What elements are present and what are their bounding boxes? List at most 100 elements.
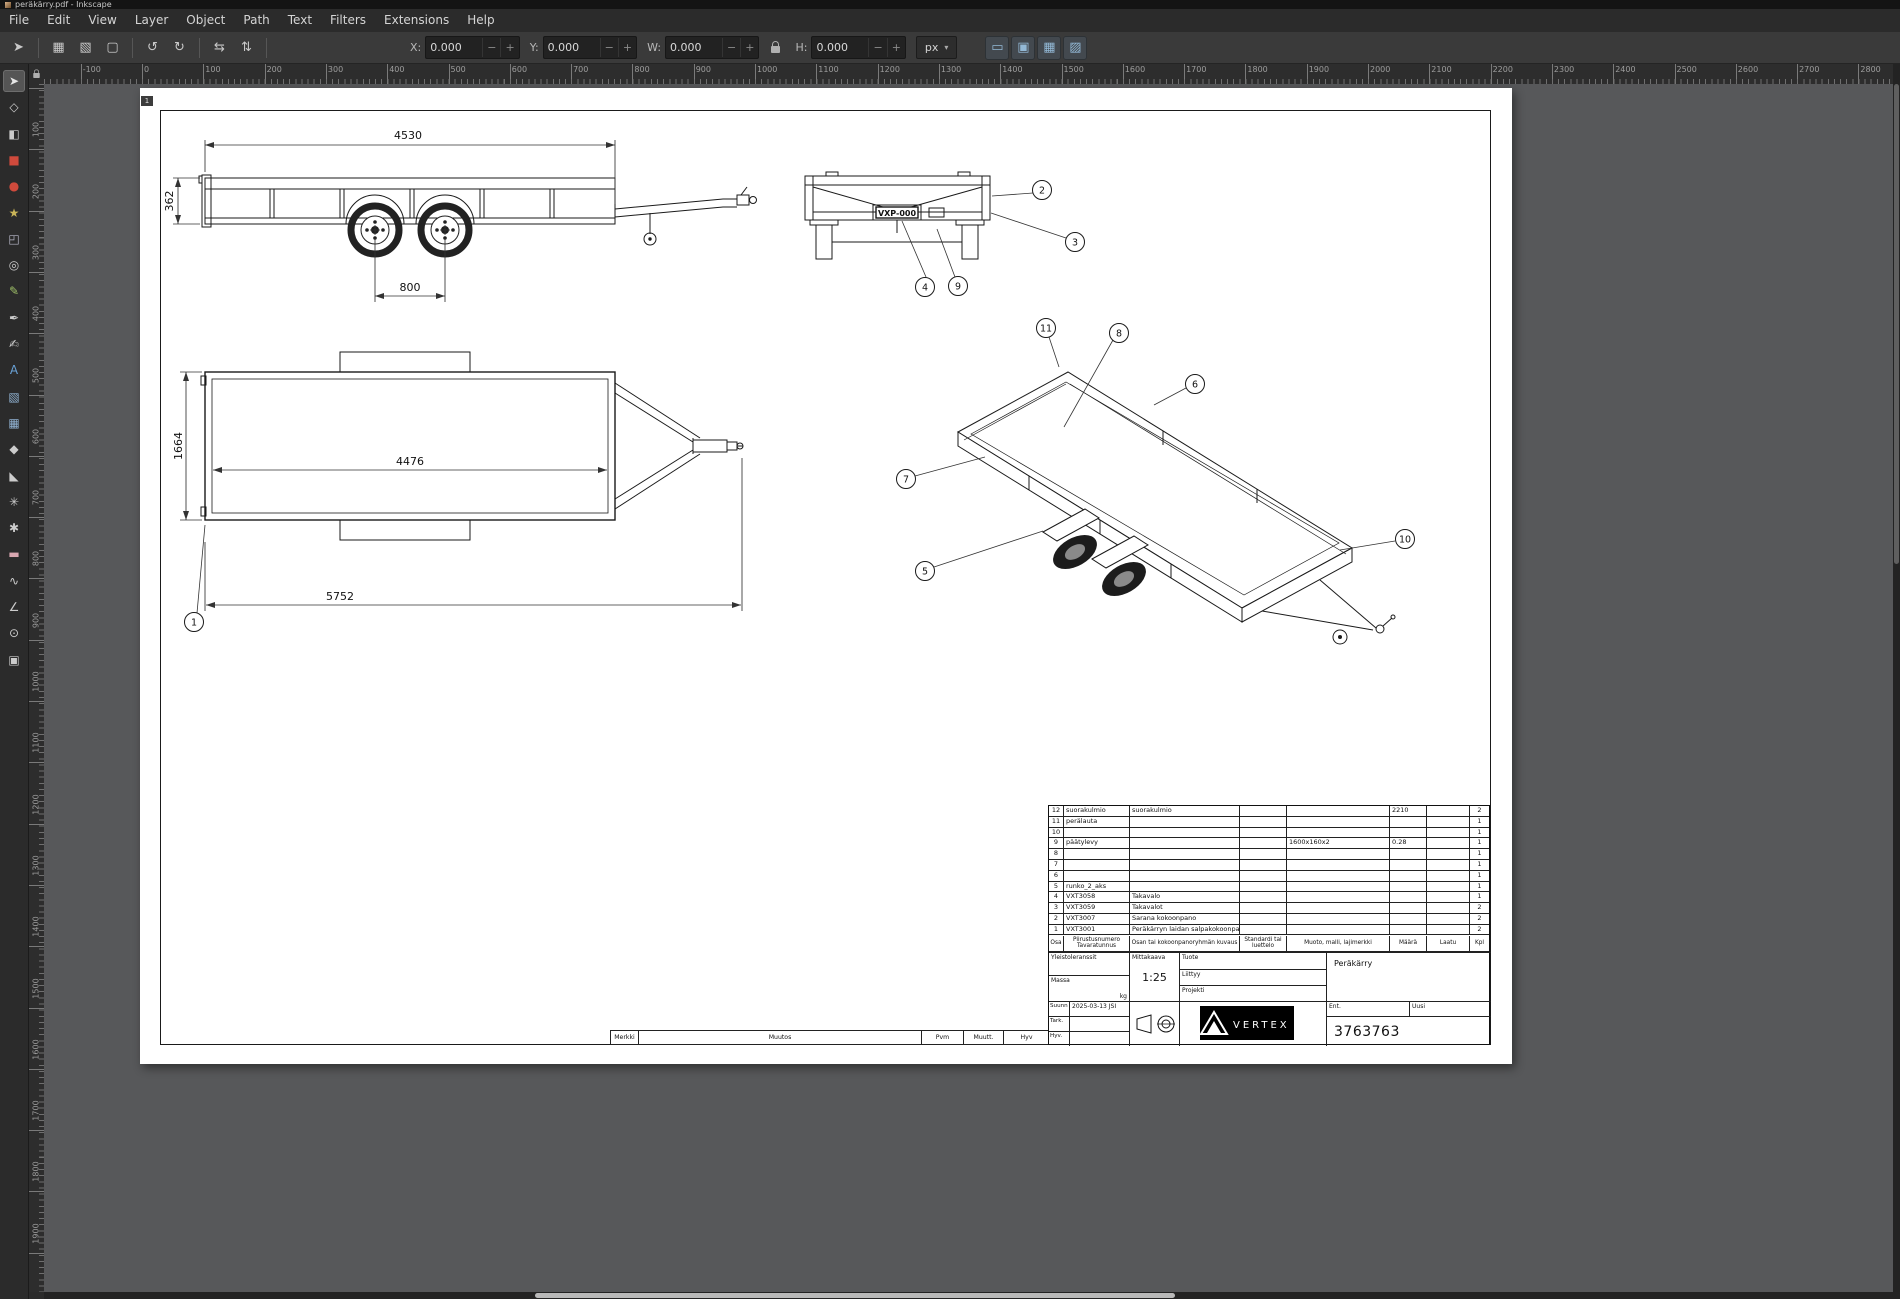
toolbar-separator	[38, 38, 39, 58]
menu-item-extensions[interactable]: Extensions	[375, 9, 458, 32]
paint-bucket-tool[interactable]: ◣	[3, 465, 25, 487]
menu-item-text[interactable]: Text	[279, 9, 321, 32]
horizontal-ruler[interactable]: -100010020030040050060070080090010001100…	[44, 64, 1893, 85]
vertical-ruler[interactable]: 0100200300400500600700800900100011001200…	[28, 84, 45, 1292]
pages-tool[interactable]: ▣	[3, 649, 25, 671]
select-same-icon[interactable]: ▧	[73, 35, 98, 60]
parts-cell-kpl: 1	[1469, 817, 1489, 827]
shape-builder-tool[interactable]: ◧	[3, 123, 25, 145]
rear-view: VXP-000	[805, 172, 990, 259]
calligraphy-tool[interactable]: ✍	[3, 333, 25, 355]
horizontal-scrollbar[interactable]	[44, 1292, 1893, 1299]
menu-item-path[interactable]: Path	[234, 9, 278, 32]
menu-item-layer[interactable]: Layer	[126, 9, 177, 32]
general-tolerances-label: Yleistoleranssit	[1049, 953, 1129, 962]
h-decrement-button[interactable]: −	[868, 38, 886, 57]
parts-table-row: 1VXT3001Peräkärryn laidan salpakokoonpan…	[1049, 925, 1489, 936]
lock-aspect-ratio-icon[interactable]	[767, 37, 783, 58]
y-increment-button[interactable]: +	[618, 38, 636, 57]
scale-stroke-toggle-icon[interactable]: ▭	[985, 36, 1009, 60]
parts-cell-standardi	[1239, 903, 1286, 913]
ellipse-tool[interactable]: ●	[3, 175, 25, 197]
w-decrement-button[interactable]: −	[722, 38, 740, 57]
y-decrement-button[interactable]: −	[600, 38, 618, 57]
mesh-gradient-tool[interactable]: ▦	[3, 412, 25, 434]
rectangle-tool[interactable]: ■	[3, 149, 25, 171]
callout-5: 5	[922, 567, 928, 578]
star-tool[interactable]: ★	[3, 202, 25, 224]
callout-2: 2	[1039, 186, 1045, 197]
parts-cell-laatu	[1426, 806, 1469, 816]
parts-cell-muoto	[1286, 849, 1389, 859]
approved-label: Hyv.	[1049, 1032, 1070, 1046]
parts-table-row: 12suorakulmiosuorakulmio22102	[1049, 806, 1489, 817]
zoom-tool[interactable]: ⊙	[3, 622, 25, 644]
canvas[interactable]: 1	[44, 84, 1893, 1292]
h-input[interactable]	[812, 41, 868, 54]
vertical-scrollbar[interactable]	[1893, 64, 1900, 1299]
eraser-tool[interactable]: ▬	[3, 543, 25, 565]
menu-item-object[interactable]: Object	[177, 9, 234, 32]
parts-cell-laatu	[1426, 871, 1469, 881]
parts-cell-kpl: 1	[1469, 882, 1489, 892]
parts-cell-nro	[1063, 849, 1129, 859]
menu-item-edit[interactable]: Edit	[38, 9, 79, 32]
menu-item-view[interactable]: View	[79, 9, 125, 32]
unit-selector[interactable]: px ▾	[916, 36, 958, 59]
parts-cell-nro: päätylevy	[1063, 838, 1129, 848]
flip-vertical-icon[interactable]: ⇅	[234, 35, 259, 60]
x-input[interactable]	[426, 41, 482, 54]
ruler-tick	[1675, 64, 1676, 84]
ruler-tick	[1062, 64, 1063, 84]
pencil-tool[interactable]: ✎	[3, 280, 25, 302]
ruler-tick	[1123, 64, 1124, 84]
scale-corners-toggle-icon[interactable]: ▣	[1011, 36, 1035, 60]
parts-cell-osa: 6	[1049, 871, 1063, 881]
dropper-tool[interactable]: ◆	[3, 438, 25, 460]
y-input[interactable]	[544, 41, 600, 54]
rotate-cw-icon[interactable]: ↻	[167, 35, 192, 60]
parts-cell-nro: VXT3001	[1063, 925, 1129, 935]
horizontal-scrollbar-thumb[interactable]	[535, 1293, 1175, 1298]
toolbar-separator	[266, 38, 267, 58]
gradient-tool[interactable]: ▧	[3, 386, 25, 408]
x-decrement-button[interactable]: −	[482, 38, 500, 57]
parts-header-kuvaus: Osan tai kokoonpanoryhmän kuvaus	[1129, 936, 1239, 951]
parts-cell-osa: 12	[1049, 806, 1063, 816]
parts-cell-nro: VXT3007	[1063, 914, 1129, 924]
y-field: − +	[543, 36, 637, 59]
menu-item-help[interactable]: Help	[458, 9, 503, 32]
kg-label: kg	[1120, 993, 1127, 1000]
move-patterns-toggle-icon[interactable]: ▨	[1063, 36, 1087, 60]
tweak-tool[interactable]: ✳	[3, 491, 25, 513]
ruler-tick	[28, 578, 44, 579]
menu-item-file[interactable]: File	[0, 9, 38, 32]
parts-cell-laatu	[1426, 882, 1469, 892]
w-input[interactable]	[666, 41, 722, 54]
box3d-tool[interactable]: ◰	[3, 228, 25, 250]
parts-cell-osa: 10	[1049, 828, 1063, 838]
x-increment-button[interactable]: +	[500, 38, 518, 57]
ruler-tick	[81, 64, 82, 84]
menu-item-filters[interactable]: Filters	[321, 9, 375, 32]
document-page[interactable]: 1	[140, 88, 1512, 1064]
ruler-corner-lock[interactable]	[28, 64, 45, 85]
connector-tool[interactable]: ∿	[3, 570, 25, 592]
selector-tool[interactable]: ➤	[3, 70, 25, 92]
measure-tool[interactable]: ∠	[3, 596, 25, 618]
text-tool[interactable]: A	[3, 359, 25, 381]
bezier-pen-tool[interactable]: ✒	[3, 307, 25, 329]
node-editor-tool[interactable]: ◇	[3, 96, 25, 118]
spray-tool[interactable]: ✱	[3, 517, 25, 539]
rotate-ccw-icon[interactable]: ↺	[140, 35, 165, 60]
select-all-icon[interactable]: ▦	[46, 35, 71, 60]
w-increment-button[interactable]: +	[740, 38, 758, 57]
product-row-cell: Tuote	[1179, 952, 1326, 970]
deselect-icon[interactable]: ▢	[100, 35, 125, 60]
h-increment-button[interactable]: +	[887, 38, 905, 57]
selector-arrow-icon[interactable]: ➤	[6, 35, 31, 60]
spiral-tool[interactable]: ◎	[3, 254, 25, 276]
flip-horizontal-icon[interactable]: ⇆	[207, 35, 232, 60]
move-gradients-toggle-icon[interactable]: ▦	[1037, 36, 1061, 60]
vertical-scrollbar-thumb[interactable]	[1894, 84, 1899, 564]
